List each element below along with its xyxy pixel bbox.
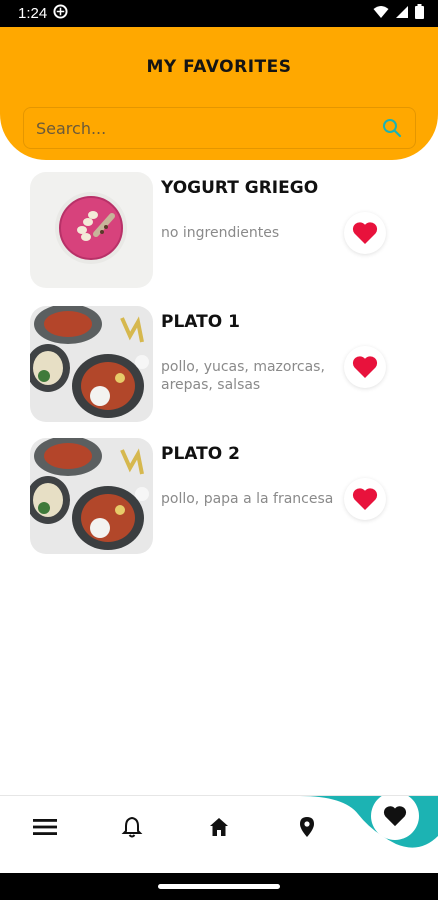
item-description: pollo, yucas, mazorcas, arepas, salsas bbox=[161, 359, 325, 393]
heart-icon bbox=[383, 806, 407, 827]
status-bar: 1:24 bbox=[0, 0, 438, 27]
status-time: 1:24 bbox=[18, 5, 48, 22]
bottom-nav bbox=[0, 795, 438, 873]
home-button[interactable] bbox=[204, 812, 234, 842]
plates-dish-image bbox=[30, 438, 153, 554]
notifications-button[interactable] bbox=[117, 812, 147, 842]
location-icon bbox=[300, 817, 314, 837]
list-item[interactable]: YOGURT GRIEGO no ingrendientes bbox=[0, 172, 438, 290]
yogurt-bowl-image bbox=[30, 172, 153, 288]
search-input[interactable] bbox=[36, 118, 381, 138]
heart-icon bbox=[352, 356, 378, 378]
home-gesture-pill[interactable] bbox=[158, 884, 280, 889]
list-item[interactable]: PLATO 1 pollo, yucas, mazorcas, arepas, … bbox=[0, 306, 438, 424]
item-description: pollo, papa a la francesa bbox=[161, 491, 334, 507]
heart-icon bbox=[352, 488, 378, 510]
favorite-button[interactable] bbox=[344, 478, 386, 520]
search-icon[interactable] bbox=[381, 117, 403, 139]
wifi-icon bbox=[373, 4, 389, 23]
search-bar[interactable] bbox=[23, 107, 416, 149]
menu-button[interactable] bbox=[30, 812, 60, 842]
location-button[interactable] bbox=[292, 812, 322, 842]
bell-icon bbox=[121, 816, 143, 838]
plates-dish-image bbox=[30, 306, 153, 422]
heart-icon bbox=[352, 222, 378, 244]
page-title: MY FAVORITES bbox=[146, 57, 292, 77]
favorite-button[interactable] bbox=[344, 346, 386, 388]
menu-icon bbox=[33, 819, 57, 835]
list-item[interactable]: PLATO 2 pollo, papa a la francesa bbox=[0, 438, 438, 556]
item-title: YOGURT GRIEGO bbox=[161, 178, 319, 198]
item-title: PLATO 2 bbox=[161, 444, 240, 464]
header: MY FAVORITES bbox=[0, 27, 438, 160]
signal-icon bbox=[395, 4, 409, 23]
home-icon bbox=[210, 818, 228, 836]
item-title: PLATO 1 bbox=[161, 312, 240, 332]
favorite-button[interactable] bbox=[344, 212, 386, 254]
system-nav-bar bbox=[0, 873, 438, 900]
vpn-icon bbox=[53, 4, 68, 23]
battery-icon bbox=[415, 4, 424, 23]
item-description: no ingrendientes bbox=[161, 225, 280, 241]
